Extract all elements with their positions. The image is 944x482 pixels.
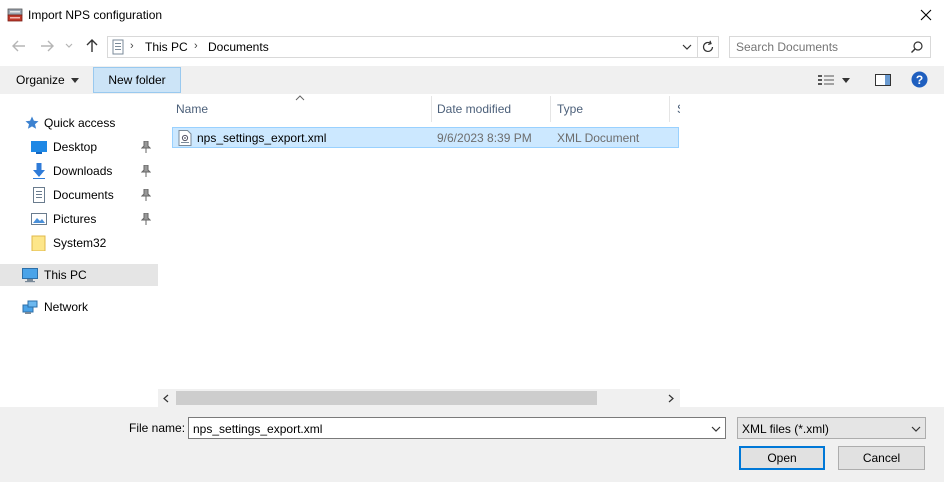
scroll-right-icon[interactable] <box>668 394 674 403</box>
horizontal-scrollbar[interactable] <box>158 389 680 407</box>
chevron-down-icon <box>65 43 73 48</box>
star-icon <box>25 116 39 129</box>
close-icon <box>920 9 932 21</box>
chevron-down-icon[interactable] <box>711 426 721 432</box>
pin-icon[interactable] <box>141 189 151 201</box>
preview-pane-icon[interactable] <box>875 74 891 86</box>
window-title: Import NPS configuration <box>28 8 163 22</box>
column-divider[interactable] <box>431 96 432 122</box>
close-button[interactable] <box>912 2 940 28</box>
nav-network-label: Network <box>44 300 89 314</box>
file-type-cell: XML Document <box>557 131 640 145</box>
download-arrow-icon <box>33 163 45 179</box>
command-bar: Organize New folder ? <box>0 66 944 94</box>
nav-this-pc[interactable]: This PC <box>0 264 177 286</box>
arrow-right-icon <box>41 40 54 52</box>
scrollbar-thumb[interactable] <box>176 391 597 405</box>
chevron-down-icon[interactable] <box>682 44 692 51</box>
navigation-pane: Quick access Desktop Downloads Documents… <box>0 95 177 407</box>
pictures-icon <box>31 213 47 225</box>
arrow-up-icon <box>86 39 98 52</box>
chevron-down-icon <box>911 426 921 432</box>
pin-icon[interactable] <box>141 213 151 225</box>
file-type-value: XML files (*.xml) <box>742 422 829 436</box>
nav-item-downloads-label: Downloads <box>53 164 113 178</box>
cancel-button[interactable]: Cancel <box>838 446 925 470</box>
address-divider <box>697 37 698 57</box>
pin-icon[interactable] <box>141 165 151 177</box>
forward-button[interactable] <box>37 36 57 56</box>
pin-icon[interactable] <box>141 141 151 153</box>
search-input[interactable] <box>736 39 906 55</box>
breadcrumb-separator-icon: › <box>130 40 134 52</box>
nav-item-documents-label: Documents <box>53 188 114 202</box>
recent-locations-button[interactable] <box>62 36 76 56</box>
file-date-cell: 9/6/2023 8:39 PM <box>437 131 532 145</box>
table-row[interactable]: nps_settings_export.xml 9/6/2023 8:39 PM… <box>172 127 679 148</box>
column-header-date-modified[interactable]: Date modified <box>437 96 511 122</box>
breadcrumb-separator-icon: › <box>194 40 198 52</box>
search-box[interactable] <box>729 36 931 58</box>
computer-icon <box>22 268 38 283</box>
organize-button[interactable]: Organize <box>8 70 87 90</box>
scroll-left-icon[interactable] <box>163 394 169 403</box>
address-bar[interactable]: › This PC › Documents <box>107 36 719 58</box>
documents-icon <box>33 187 45 203</box>
column-header-size-clipped[interactable]: S <box>670 96 680 122</box>
caret-down-icon <box>842 77 850 83</box>
file-type-select[interactable]: XML files (*.xml) <box>737 417 926 439</box>
nav-item-pictures-label: Pictures <box>53 212 97 226</box>
breadcrumb-documents[interactable]: Documents <box>208 40 269 54</box>
folder-icon <box>31 235 46 251</box>
open-button[interactable]: Open <box>739 446 825 470</box>
column-header-type[interactable]: Type <box>557 96 583 122</box>
search-icon <box>911 41 923 53</box>
nav-item-desktop-label: Desktop <box>53 140 98 154</box>
back-button[interactable] <box>9 36 29 56</box>
column-header-name[interactable]: Name <box>176 96 208 122</box>
sort-ascending-icon <box>295 95 305 101</box>
nav-this-pc-label: This PC <box>44 268 87 282</box>
svg-text:?: ? <box>916 73 923 87</box>
file-name-label: File name: <box>129 421 186 435</box>
caret-down-icon <box>70 77 79 83</box>
xml-file-icon <box>178 130 192 146</box>
network-icon <box>22 300 38 314</box>
nav-network[interactable]: Network <box>0 296 177 318</box>
desktop-icon <box>31 141 47 154</box>
nav-quick-access-label: Quick access <box>44 116 116 130</box>
file-name-combobox[interactable]: nps_settings_export.xml <box>188 417 726 439</box>
up-button[interactable] <box>82 36 102 56</box>
organize-label: Organize <box>16 73 65 87</box>
nps-app-icon <box>7 8 23 22</box>
help-icon[interactable]: ? <box>911 71 928 88</box>
breadcrumb-this-pc[interactable]: This PC <box>145 40 188 54</box>
change-view-button[interactable] <box>818 72 858 88</box>
arrow-left-icon <box>12 40 25 52</box>
this-pc-small-icon <box>112 39 124 55</box>
nav-quick-access[interactable]: Quick access <box>0 112 180 134</box>
refresh-icon[interactable] <box>701 40 715 54</box>
column-divider[interactable] <box>550 96 551 122</box>
details-view-icon <box>818 75 834 85</box>
new-folder-button[interactable]: New folder <box>93 67 181 93</box>
file-name-cell: nps_settings_export.xml <box>197 131 327 145</box>
title-bar: Import NPS configuration <box>0 0 944 30</box>
nav-item-system32-label: System32 <box>53 236 107 250</box>
file-name-input[interactable]: nps_settings_export.xml <box>193 422 322 436</box>
